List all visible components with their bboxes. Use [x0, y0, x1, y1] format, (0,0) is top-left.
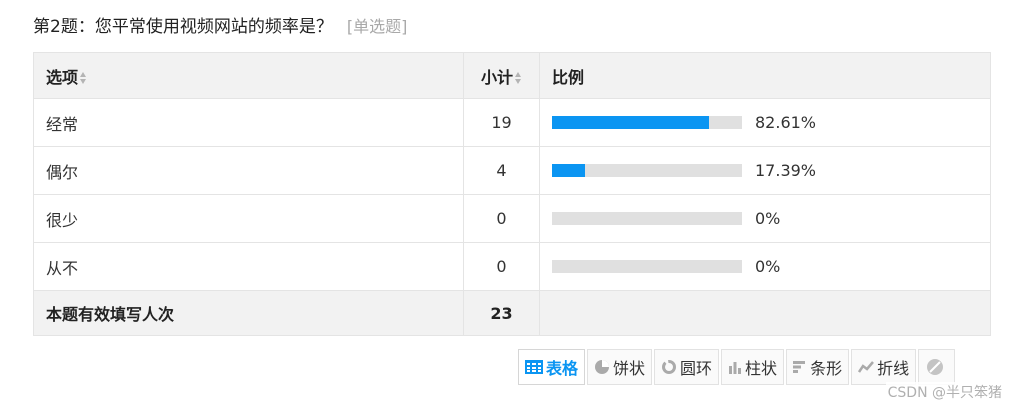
- ring-icon: [661, 359, 677, 375]
- count-cell: 4: [463, 146, 540, 195]
- table-view-button[interactable]: 表格: [518, 349, 586, 385]
- line-chart-label: 折线: [877, 359, 910, 378]
- column-chart-button[interactable]: 柱状: [721, 349, 785, 385]
- bar-chart-button[interactable]: 条形: [786, 349, 850, 385]
- column-icon: [728, 360, 742, 374]
- percent-label: 82.61%: [755, 113, 817, 132]
- option-cell: 很少: [33, 194, 464, 243]
- header-ratio-label: 比例: [552, 67, 585, 87]
- header-count[interactable]: 小计: [463, 52, 540, 99]
- line-icon: [858, 360, 875, 374]
- column-chart-label: 柱状: [745, 359, 778, 378]
- percent-bar-track: [552, 116, 742, 129]
- option-cell: 偶尔: [33, 146, 464, 195]
- table-view-label: 表格: [546, 359, 579, 378]
- question-title: 第2题：您平常使用视频网站的频率是？: [33, 17, 333, 37]
- pie-chart-label: 饼状: [613, 359, 646, 378]
- ring-chart-label: 圆环: [680, 359, 713, 378]
- question-heading: 第2题：您平常使用视频网站的频率是？ [单选题]: [33, 14, 407, 40]
- pie-chart-button[interactable]: 饼状: [587, 349, 653, 385]
- percent-bar-track: [552, 212, 742, 225]
- option-cell: 从不: [33, 242, 464, 291]
- count-cell: 0: [463, 242, 540, 291]
- hide-icon: [925, 357, 945, 377]
- option-cell: 经常: [33, 98, 464, 147]
- percent-label: 17.39%: [755, 161, 817, 180]
- percent-label: 0%: [755, 209, 781, 228]
- total-empty-cell: [539, 290, 991, 336]
- ratio-cell: 0%: [539, 194, 991, 243]
- count-cell: 0: [463, 194, 540, 243]
- watermark: CSDN @半只笨猪: [885, 382, 1004, 402]
- table-header-row: 选项 小计 比例: [33, 52, 991, 99]
- header-option[interactable]: 选项: [33, 52, 464, 99]
- line-chart-button[interactable]: 折线: [851, 349, 917, 385]
- hide-chart-button[interactable]: [918, 349, 956, 385]
- percent-bar-track: [552, 260, 742, 273]
- total-label: 本题有效填写人次: [33, 290, 464, 336]
- chart-type-toolbar: 表格 饼状 圆环 柱状 条形 折线: [518, 349, 956, 385]
- percent-bar-fill: [552, 116, 709, 129]
- percent-bar-track: [552, 164, 742, 177]
- percent-bar-fill: [552, 164, 586, 177]
- bar-icon: [793, 360, 807, 374]
- count-cell: 19: [463, 98, 540, 147]
- header-count-label: 小计: [480, 67, 513, 87]
- table-row: 从不 0 0%: [33, 242, 991, 291]
- table-icon: [525, 360, 543, 374]
- bar-chart-label: 条形: [810, 359, 843, 378]
- total-row: 本题有效填写人次 23: [33, 290, 991, 336]
- question-type: [单选题]: [346, 17, 408, 36]
- ratio-cell: 17.39%: [539, 146, 991, 195]
- table-row: 经常 19 82.61%: [33, 98, 991, 147]
- percent-label: 0%: [755, 257, 781, 276]
- total-count: 23: [463, 290, 540, 336]
- ratio-cell: 0%: [539, 242, 991, 291]
- sort-icon[interactable]: [80, 71, 87, 84]
- pie-icon: [594, 359, 610, 375]
- table-row: 很少 0 0%: [33, 194, 991, 243]
- ring-chart-button[interactable]: 圆环: [654, 349, 720, 385]
- ratio-cell: 82.61%: [539, 98, 991, 147]
- stats-table: 选项 小计 比例 经常 19 82.61% 偶尔 4 17.39% 很少 0 0…: [33, 52, 991, 336]
- sort-icon[interactable]: [515, 71, 522, 84]
- header-ratio: 比例: [539, 52, 991, 99]
- table-row: 偶尔 4 17.39%: [33, 146, 991, 195]
- header-option-label: 选项: [46, 67, 79, 87]
